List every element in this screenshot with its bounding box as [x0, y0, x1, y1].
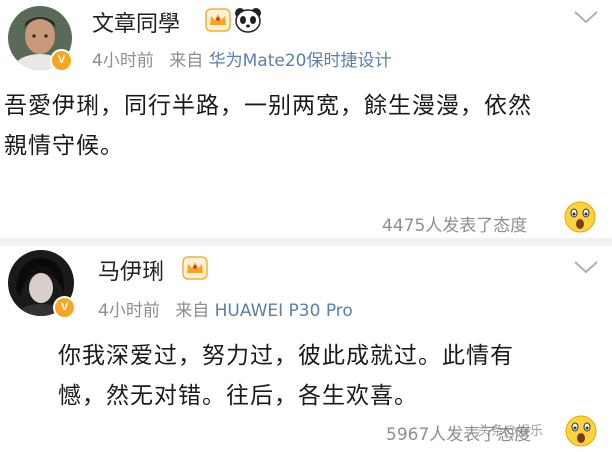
- username[interactable]: 文章同學: [92, 6, 180, 38]
- content-line: 憾，然无对错。往后，各生欢喜。: [58, 383, 418, 409]
- post-meta: 4小时前 来自 华为Mate20保时捷设计: [92, 46, 391, 71]
- surprised-emoji-icon[interactable]: [564, 414, 598, 452]
- source-device-link[interactable]: 华为Mate20保时捷设计: [209, 51, 392, 71]
- post-time: 4小时前: [98, 301, 160, 321]
- content-line: 親情守候。: [4, 133, 124, 159]
- weibo-post-2: V 马伊琍 4小时前 来自 HUAWEI P30 Pro 你我深爱过，努力过，彼…: [0, 240, 612, 447]
- source-prefix: 来自: [169, 51, 204, 71]
- source-prefix: 来自: [175, 301, 210, 321]
- post-content: 你我深爱过，努力过，彼此成就过。此情有 憾，然无对错。往后，各生欢喜。: [58, 336, 598, 416]
- reaction-count[interactable]: 4475人发表了态度: [382, 211, 527, 236]
- post-meta: 4小时前 来自 HUAWEI P30 Pro: [98, 296, 353, 321]
- verified-badge-icon: V: [50, 49, 73, 72]
- chevron-down-icon[interactable]: [572, 258, 600, 280]
- weibo-post-1: V 文章同學 4小时前 来自 华为Mate20保时捷设计 吾愛伊琍，同行半路，一…: [0, 0, 612, 240]
- crown-icon: [182, 256, 208, 284]
- watermark: 头条@娱乐: [478, 424, 544, 439]
- content-line: 吾愛伊琍，同行半路，一别两宽，餘生漫漫，依然: [4, 93, 532, 119]
- panda-icon: [234, 7, 262, 37]
- username[interactable]: 马伊琍: [98, 254, 164, 286]
- content-line: 你我深爱过，努力过，彼此成就过。此情有: [58, 343, 514, 369]
- surprised-emoji-icon[interactable]: [563, 200, 597, 238]
- verified-badge-icon: V: [53, 296, 76, 319]
- crown-icon: [205, 8, 231, 36]
- post-time: 4小时前: [92, 51, 154, 71]
- chevron-down-icon[interactable]: [572, 8, 600, 30]
- source-device-link[interactable]: HUAWEI P30 Pro: [215, 301, 353, 321]
- post-content: 吾愛伊琍，同行半路，一别两宽，餘生漫漫，依然 親情守候。: [4, 86, 608, 166]
